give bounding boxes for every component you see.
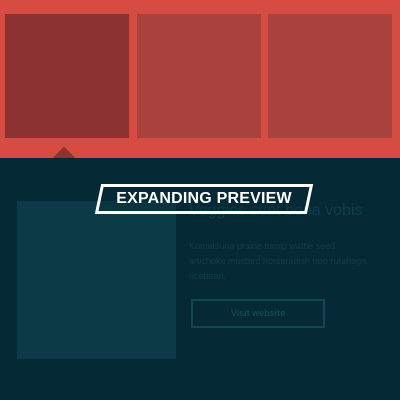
- preview-description: Komatsuna prairie turnip wattle seed art…: [189, 241, 367, 281]
- visit-website-button[interactable]: Visit website: [191, 299, 325, 328]
- preview-image: [17, 201, 176, 359]
- thumbnail-grid: [0, 0, 400, 158]
- thumbnail-1[interactable]: [5, 14, 129, 138]
- thumbnail-3[interactable]: [268, 14, 392, 138]
- stage: Veggies sunt bona vobis Komatsuna prairi…: [0, 0, 400, 400]
- overlay-label: EXPANDING PREVIEW: [116, 190, 292, 207]
- thumbnail-2[interactable]: [137, 14, 261, 138]
